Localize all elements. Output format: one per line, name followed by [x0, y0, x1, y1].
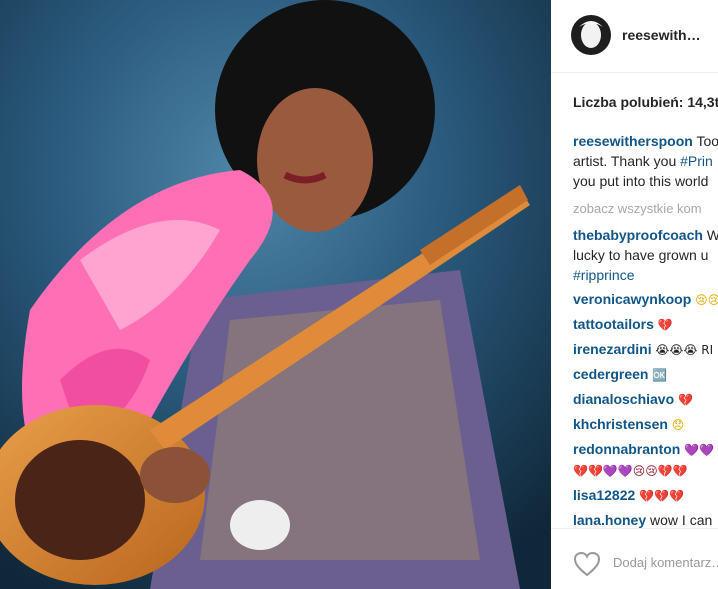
comment-text: wow I can [646, 512, 713, 528]
comment-username[interactable]: khchristensen [573, 416, 668, 432]
comment-text: 💜💜 [680, 443, 715, 457]
comment-text: W [706, 227, 718, 243]
comment: redonnabranton 💜💜 [573, 439, 718, 460]
caption: reesewitherspoon Too artist. Thank you #… [573, 131, 718, 191]
comment-text: 😭😭😭 RI [651, 343, 714, 357]
comments-list: reesewitherspoon Too artist. Thank you #… [573, 131, 718, 530]
view-all-comments-link[interactable]: zobacz wszystkie kom [573, 199, 718, 219]
caption-username[interactable]: reesewitherspoon [573, 133, 693, 149]
comment: tattootailors 💔 [573, 314, 718, 335]
comment-username[interactable]: lana.honey [573, 512, 646, 528]
comment-username[interactable]: thebabyproofcoach [573, 227, 703, 243]
comment: lisa12822 💔💔💔 [573, 485, 718, 506]
comment-text: 😢😢 [691, 293, 718, 307]
add-comment-input[interactable]: Dodaj komentarz… [613, 555, 718, 570]
comment-text: 💔💔💜💜😢😢💔💔 [573, 464, 688, 478]
comment-continued: lucky to have grown u [573, 245, 718, 265]
likes-count[interactable]: Liczba polubień: 14,3t [573, 94, 718, 110]
comment-username[interactable]: dianaloschiavo [573, 391, 674, 407]
avatar[interactable] [571, 15, 611, 55]
comment-username[interactable]: redonnabranton [573, 441, 680, 457]
caption-hashtag[interactable]: #Prin [680, 153, 713, 169]
comment-text: 💔 [653, 318, 673, 332]
comment-username[interactable]: lisa12822 [573, 487, 635, 503]
comment-text: lucky to have grown u [573, 247, 709, 263]
comment-username[interactable]: tattootailors [573, 316, 654, 332]
comment: lana.honey wow I can [573, 510, 718, 530]
caption-text-3: you put into this world [573, 173, 709, 189]
comment-text: 💔💔💔 [635, 489, 684, 503]
comment: thebabyproofcoach W [573, 225, 718, 245]
comment: cedergreen 🆗 [573, 364, 718, 385]
heart-outline-icon[interactable] [573, 551, 601, 577]
comment: irenezardini 😭😭😭 RI [573, 339, 718, 360]
comment-bar: Dodaj komentarz… [551, 528, 718, 589]
post-header: reesewith… [551, 0, 718, 73]
post-photo[interactable] [0, 0, 551, 589]
comment-text: 💔 [674, 393, 693, 407]
comment-hashtag-line: #ripprince [573, 265, 718, 285]
caption-text-1: Too [696, 133, 718, 149]
post-sidebar: reesewith… Liczba polubień: 14,3t reesew… [551, 0, 718, 589]
comment-hashtag[interactable]: #ripprince [573, 267, 634, 283]
comment-text: 😞 [667, 418, 685, 432]
post-username[interactable]: reesewith… [622, 27, 701, 43]
comment-username[interactable]: veronicawynkoop [573, 291, 691, 307]
comment: khchristensen 😞 [573, 414, 718, 435]
comment-username[interactable]: cedergreen [573, 366, 648, 382]
comment: dianaloschiavo 💔 [573, 389, 718, 410]
comment-continued: 💔💔💜💜😢😢💔💔 [573, 460, 718, 481]
comment-username[interactable]: irenezardini [573, 341, 652, 357]
caption-text-2: artist. Thank you [573, 153, 681, 169]
comment-text: 🆗 [648, 368, 668, 382]
comment: veronicawynkoop 😢😢 [573, 289, 718, 310]
